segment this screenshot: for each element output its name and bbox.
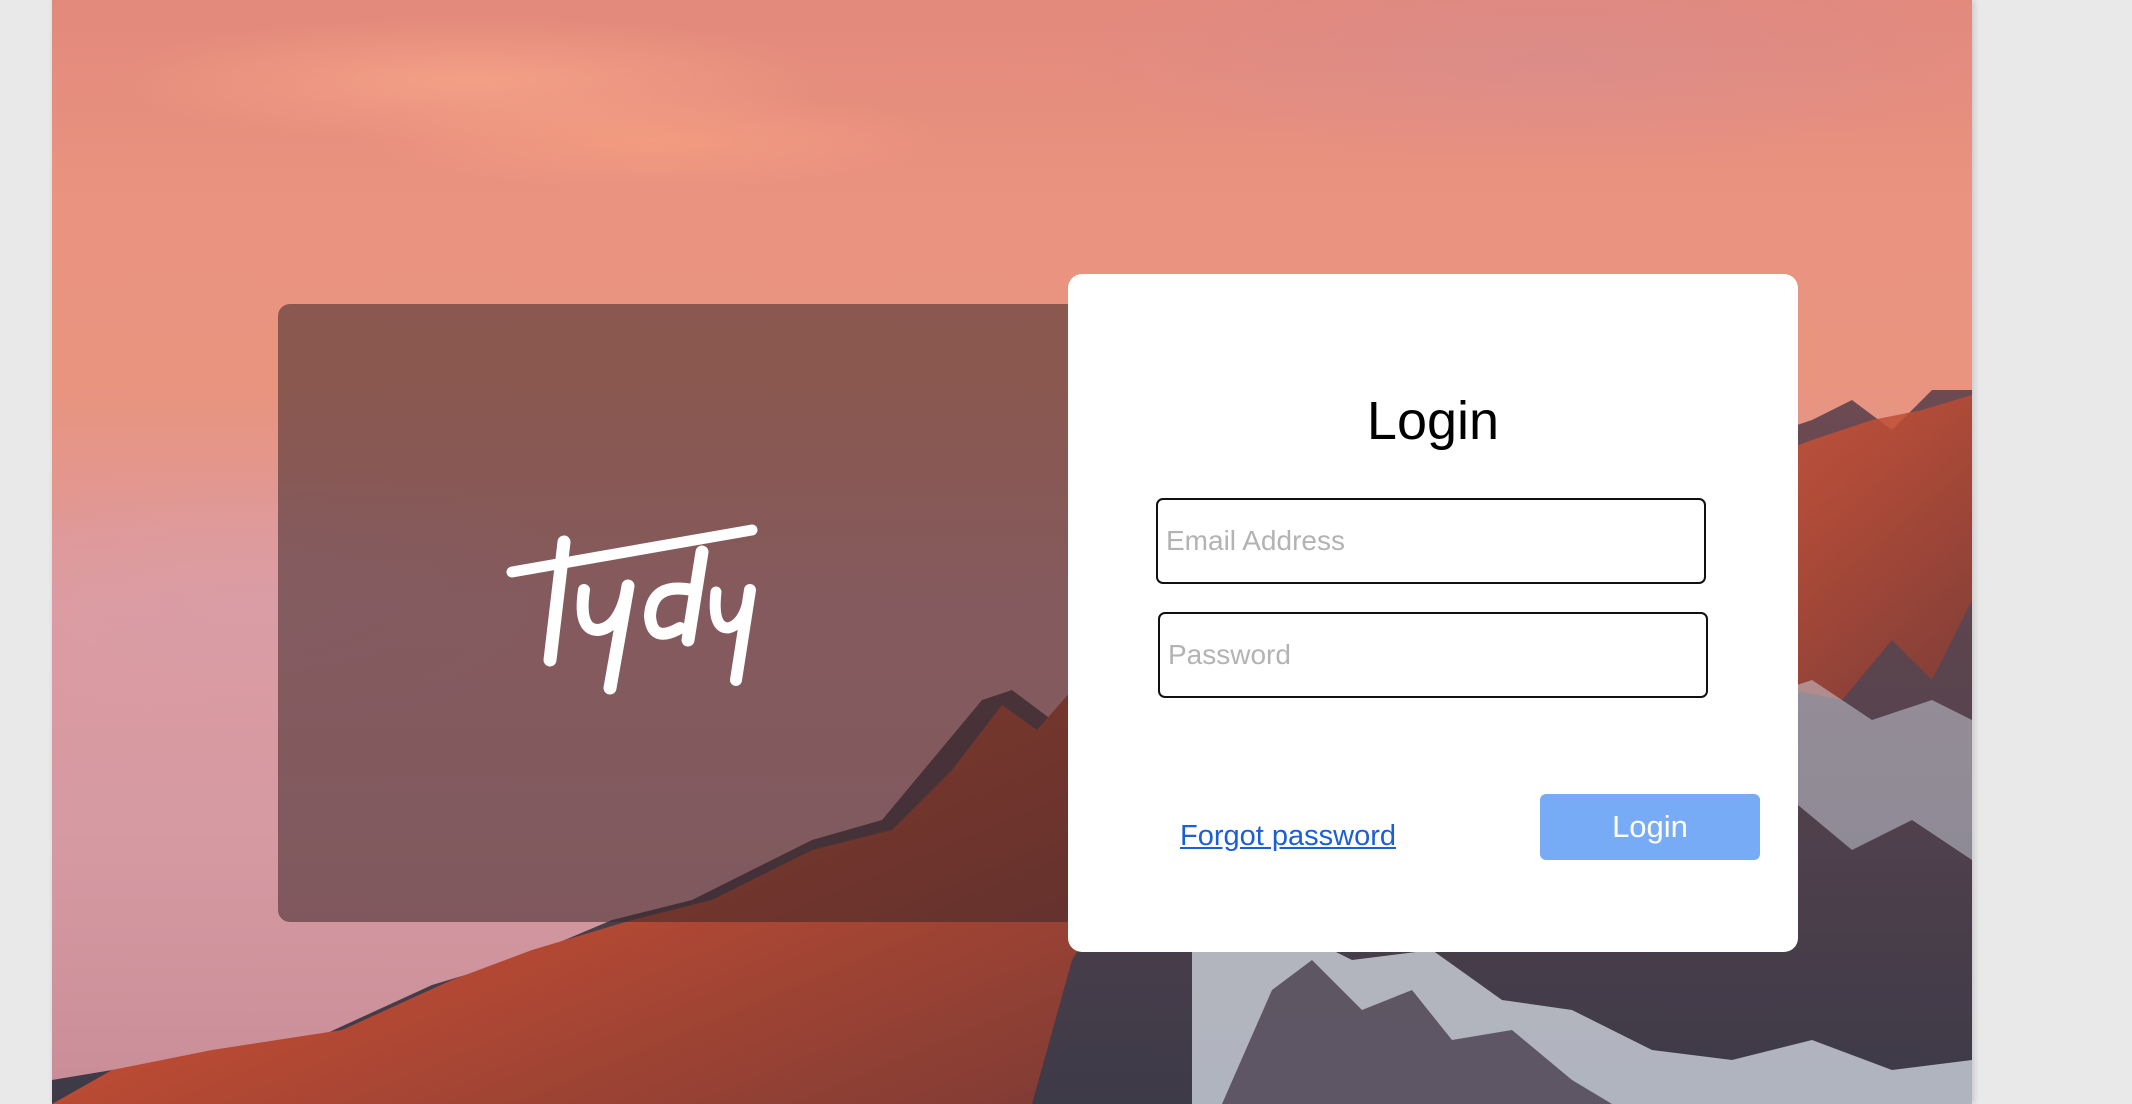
login-title: Login [1366,391,1500,451]
forgot-password-link[interactable]: Forgot password [1180,820,1396,853]
email-input[interactable] [1156,498,1706,584]
password-input[interactable] [1158,612,1708,698]
page-viewport: Login Forgot password Login [52,0,1972,1104]
login-card: Login Forgot password Login [1068,274,1798,952]
tydy-logo-svg [506,524,758,695]
login-button[interactable]: Login [1540,794,1760,860]
tydy-logo-icon [502,520,762,700]
